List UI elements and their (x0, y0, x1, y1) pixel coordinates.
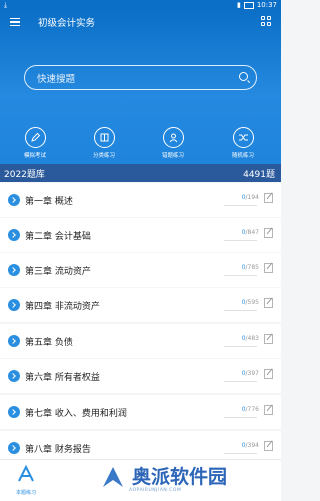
chapter-row[interactable]: 第五章 负债 0/483 (0, 324, 281, 358)
edit-icon[interactable] (264, 263, 273, 273)
chapter-progress: 0/595 (241, 299, 259, 306)
chevron-right-icon (8, 406, 20, 418)
search-icon[interactable] (239, 72, 248, 81)
progress-underline (224, 381, 257, 382)
chevron-right-icon (8, 370, 20, 382)
feature-category-practice[interactable]: 分类练习 (79, 127, 129, 159)
bank-total: 4491题 (243, 170, 275, 180)
chapter-progress: 0/394 (241, 442, 259, 449)
watermark-text: 奥派软件园 (132, 466, 228, 488)
page-title: 初级会计实务 (38, 18, 96, 29)
chapter-row[interactable]: 第一章 概述 0/194 (0, 183, 281, 217)
feature-mock-exam[interactable]: 模拟考试 (10, 127, 60, 159)
chapter-name: 第四章 非流动资产 (25, 302, 100, 312)
progress-underline (224, 240, 257, 241)
chapter-name: 第八章 财务报告 (25, 445, 91, 455)
chevron-right-icon (8, 264, 20, 276)
header-banner: 初级会计实务 快速搜题 模拟考试 分类练习 错题练习 随机练习 (0, 10, 281, 164)
edit-icon[interactable] (264, 369, 273, 379)
edit-icon[interactable] (264, 298, 273, 308)
book-icon (93, 127, 115, 148)
chapter-name: 第二章 会计基础 (25, 232, 91, 242)
chapter-progress: 0/847 (241, 229, 259, 236)
chevron-right-icon (8, 229, 20, 241)
chapter-name: 第一章 概述 (25, 197, 73, 207)
chapter-progress: 0/785 (241, 264, 259, 271)
tab-practice[interactable]: 本题练习 (6, 464, 46, 496)
bottom-bar: 本题练习 奥派软件园 AOPAIRUNJIAN.COM (0, 459, 281, 501)
progress-underline (224, 417, 257, 418)
menu-icon[interactable] (10, 18, 20, 27)
chapter-row[interactable]: 第七章 收入、费用和利润 0/776 (0, 395, 281, 429)
tab-label: 本题练习 (15, 490, 36, 496)
shuffle-icon (232, 127, 254, 148)
progress-underline (224, 453, 257, 454)
chevron-right-icon (8, 335, 20, 347)
chapter-progress: 0/483 (241, 335, 259, 342)
chapter-name: 第七章 收入、费用和利润 (25, 409, 127, 419)
chapter-name: 第五章 负债 (25, 338, 73, 348)
chapter-row[interactable]: 第二章 会计基础 0/847 (0, 218, 281, 252)
feature-label: 随机练习 (231, 153, 254, 159)
chapter-progress: 0/194 (241, 194, 259, 201)
bank-label: 2022题库 (4, 170, 45, 180)
feature-label: 分类练习 (92, 153, 115, 159)
watermark: 奥派软件园 AOPAIRUNJIAN.COM (100, 464, 228, 493)
edit-icon[interactable] (264, 405, 273, 415)
battery-icon (243, 1, 254, 9)
edit-icon[interactable] (264, 228, 273, 238)
chevron-right-icon (8, 299, 20, 311)
chevron-right-icon (8, 194, 20, 206)
question-bank-bar: 2022题库 4491题 (0, 164, 281, 182)
progress-underline (224, 310, 257, 311)
chapter-progress: 0/776 (241, 406, 259, 413)
search-input[interactable]: 快速搜题 (24, 65, 257, 90)
user-icon (162, 127, 184, 148)
chevron-right-icon (8, 442, 20, 454)
signal-icon: ▮ (236, 1, 241, 9)
edit-icon[interactable] (264, 334, 273, 344)
chapter-row[interactable]: 第六章 所有者权益 0/397 (0, 359, 281, 393)
chapter-name: 第六章 所有者权益 (25, 373, 100, 383)
grid-icon[interactable] (261, 16, 271, 26)
edit-icon[interactable] (264, 441, 273, 451)
app-logo-icon (18, 464, 34, 482)
watermark-logo-icon (103, 467, 123, 487)
progress-underline (224, 275, 257, 276)
feature-label: 错题练习 (161, 153, 184, 159)
chapter-row[interactable]: 第四章 非流动资产 0/595 (0, 288, 281, 322)
feature-wrong-practice[interactable]: 错题练习 (148, 127, 198, 159)
download-icon: ⤓ (4, 1, 8, 9)
feature-random-practice[interactable]: 随机练习 (218, 127, 268, 159)
progress-underline (224, 346, 257, 347)
progress-underline (224, 205, 257, 206)
status-time: 10:37 (256, 1, 277, 9)
status-bar: ⤓ ▮ 10:37 (0, 0, 281, 10)
edit-icon[interactable] (264, 193, 273, 203)
chapter-name: 第三章 流动资产 (25, 267, 91, 277)
chapter-row[interactable]: 第三章 流动资产 0/785 (0, 253, 281, 287)
watermark-subtext: AOPAIRUNJIAN.COM (129, 488, 182, 493)
pencil-icon (24, 127, 46, 148)
chapter-progress: 0/397 (241, 370, 259, 377)
feature-label: 模拟考试 (23, 153, 46, 159)
search-placeholder: 快速搜题 (37, 74, 76, 85)
